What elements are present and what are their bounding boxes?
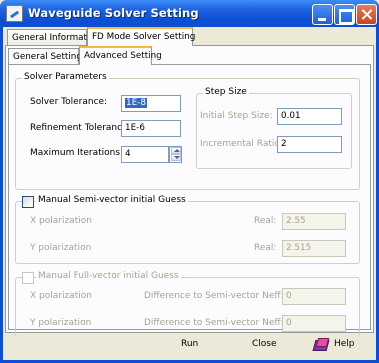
help-book-icon[interactable] [314, 338, 328, 350]
solver-tolerance-input[interactable]: 1E-8 [121, 95, 181, 112]
semi-y-real-label: Real: [254, 243, 277, 253]
maximum-iterations-label: Maximum Iterations: [30, 148, 124, 158]
app-icon[interactable] [6, 5, 23, 22]
dialog-client: General Information FD Mode Solver Setti… [3, 27, 376, 360]
tab-advanced-setting[interactable]: Advanced Setting [79, 46, 162, 65]
semi-x-real-label: Real: [254, 216, 277, 226]
tab-general-setting[interactable]: General Setting [8, 48, 82, 65]
full-vector-checkbox[interactable] [22, 272, 34, 284]
dialog-window: Waveguide Solver Setting General Informa… [0, 0, 379, 363]
footer-bar: Run Close Help [3, 333, 376, 360]
close-icon[interactable] [356, 4, 377, 25]
spin-down-icon[interactable] [171, 154, 181, 161]
maximum-iterations-spinner[interactable] [169, 146, 182, 163]
full-y-diff-label: Difference to Semi-vector Neff: [144, 318, 284, 328]
help-button[interactable]: Help [334, 339, 355, 349]
full-vector-group: Manual Full-vector initial Guess X polar… [15, 271, 360, 337]
solver-parameters-group: Solver Parameters Solver Tolerance: 1E-8… [15, 72, 360, 190]
solver-tolerance-label: Solver Tolerance: [30, 97, 108, 107]
solver-parameters-title: Solver Parameters [22, 72, 109, 82]
tab-panel-fd-mode: General Setting Advanced Setting Solver … [5, 45, 374, 337]
semi-vector-title[interactable]: Manual Semi-vector initial Guess [36, 195, 188, 205]
maximize-icon[interactable] [334, 4, 355, 25]
window-title: Waveguide Solver Setting [28, 6, 199, 20]
full-vector-title: Manual Full-vector initial Guess [36, 271, 181, 281]
semi-vector-group: Manual Semi-vector initial Guess X polar… [15, 195, 360, 264]
initial-step-size-input[interactable]: 0.01 [277, 108, 342, 125]
tab-panel-advanced: Solver Parameters Solver Tolerance: 1E-8… [8, 64, 371, 337]
incremental-ratio-label: Incremental Ratio: [200, 139, 283, 149]
semi-vector-checkbox[interactable] [22, 196, 34, 208]
title-bar[interactable]: Waveguide Solver Setting [0, 0, 379, 27]
full-y-diff-input[interactable]: 0 [282, 315, 346, 332]
full-y-polarization-label: Y polarization [30, 318, 92, 328]
close-button[interactable]: Close [252, 339, 277, 349]
step-size-title: Step Size [203, 87, 249, 97]
full-x-diff-label: Difference to Semi-vector Neff: [144, 291, 284, 301]
incremental-ratio-input[interactable]: 2 [277, 136, 342, 153]
spin-up-icon[interactable] [171, 147, 181, 154]
semi-x-polarization-label: X polarization [30, 216, 92, 226]
semi-y-real-input[interactable]: 2.515 [282, 240, 346, 257]
full-x-diff-input[interactable]: 0 [282, 288, 346, 305]
semi-x-real-input[interactable]: 2.55 [282, 213, 346, 230]
step-size-group: Step Size Initial Step Size: 0.01 Increm… [196, 87, 352, 169]
tab-fd-mode-solver-setting[interactable]: FD Mode Solver Setting [87, 27, 195, 46]
maximum-iterations-input[interactable]: 4 [121, 146, 169, 163]
semi-y-polarization-label: Y polarization [30, 243, 92, 253]
refinement-tolerance-label: Refinement Tolerance: [30, 123, 131, 133]
minimize-icon[interactable] [312, 4, 333, 25]
refinement-tolerance-input[interactable]: 1E-6 [121, 120, 181, 137]
full-x-polarization-label: X polarization [30, 291, 92, 301]
run-button[interactable]: Run [181, 339, 198, 349]
tab-general-information[interactable]: General Information [7, 29, 100, 46]
initial-step-size-label: Initial Step Size: [200, 111, 273, 121]
